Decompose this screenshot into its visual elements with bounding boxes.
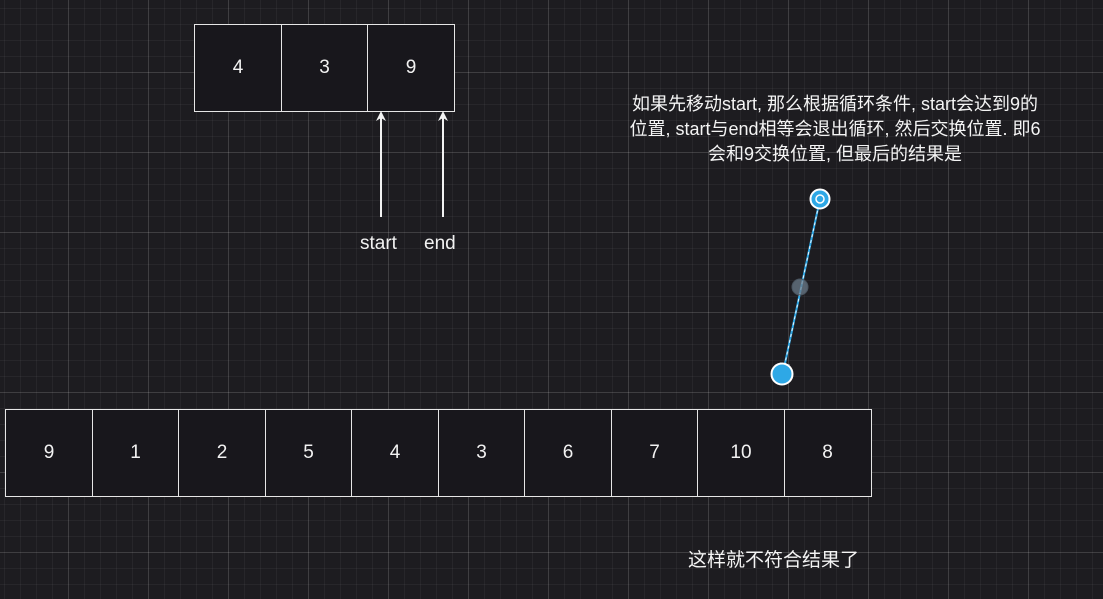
start-pointer-label[interactable]: start [360, 233, 397, 255]
bottom-array-cell[interactable]: 3 [437, 409, 526, 497]
diagram-canvas: 4 3 9 start end 如果先移动start, 那么根据循环条件, st… [0, 0, 1103, 599]
connector-start-handle[interactable] [809, 188, 831, 210]
bottom-array-cell[interactable]: 10 [697, 409, 785, 497]
bottom-array-cell[interactable]: 2 [178, 409, 266, 497]
annotation-line: 位置, start与end相等会退出循环, 然后交换位置. 即6 [629, 119, 1041, 139]
annotation-line: 会和9交换位置, 但最后的结果是 [707, 144, 962, 164]
connectors-layer [376, 111, 831, 386]
bottom-array[interactable]: 9 1 2 5 4 3 6 7 10 8 [5, 409, 872, 497]
conclusion-text[interactable]: 这样就不符合结果了 [688, 545, 859, 572]
bottom-array-cell[interactable]: 4 [351, 409, 439, 497]
connector-midpoint-handle[interactable] [791, 278, 809, 296]
bottom-array-cell[interactable]: 7 [610, 409, 699, 497]
bottom-array-cell[interactable]: 8 [783, 409, 872, 497]
annotation-line: 如果先移动start, 那么根据循环条件, start会达到9的 [631, 94, 1039, 114]
bottom-array-cell[interactable]: 6 [524, 409, 612, 497]
annotation-text[interactable]: 如果先移动start, 那么根据循环条件, start会达到9的 位置, sta… [585, 92, 1085, 167]
bottom-array-cell[interactable]: 5 [264, 409, 353, 497]
bottom-array-cell[interactable]: 1 [91, 409, 180, 497]
connector-end-handle[interactable] [770, 362, 794, 386]
bottom-array-cell[interactable]: 9 [5, 409, 93, 497]
end-pointer-label[interactable]: end [424, 233, 456, 255]
